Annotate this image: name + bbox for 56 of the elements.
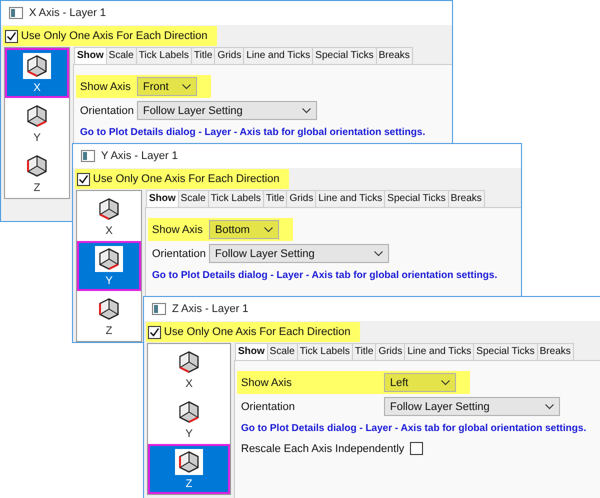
checkbox[interactable] [148,326,161,338]
orientation-dropdown[interactable]: Follow Layer Setting [384,397,560,416]
cube-icon [26,154,48,178]
checkbox-label: Rescale Each Axis Independently [241,442,404,454]
axis-list-item[interactable]: Y [77,241,141,291]
cube-icon [178,400,200,424]
window-icon [81,150,95,162]
tab[interactable]: Breaks [376,47,413,64]
field-label: Orientation [152,248,207,260]
tab[interactable]: Show [146,190,179,207]
tab[interactable]: Breaks [536,343,574,360]
use-one-axis-checkbox-row[interactable]: Use Only One Axis For Each Direction [3,26,218,46]
window-title: Z Axis - Layer 1 [172,303,248,315]
field-label: Show Axis [241,376,293,388]
window-icon [9,7,23,19]
orientation-dropdown[interactable]: Follow Layer Setting [137,101,317,120]
checkbox-label: Use Only One Axis For Each Direction [164,326,350,338]
info-link[interactable]: Go to Plot Details dialog - Layer - Axis tab for global orientation settings. [76,123,426,143]
info-link[interactable]: Go to Plot Details dialog - Layer - Axis tab for global orientation settings. [148,266,498,286]
chevron-icon [302,108,311,114]
show-axis-dropdown[interactable]: Front [137,77,197,96]
window-title: X Axis - Layer 1 [29,7,106,19]
chevron-icon [182,84,191,90]
tab[interactable]: Show [74,47,107,64]
chevron-icon [441,380,450,386]
field-label: Show Axis [152,224,204,236]
field-label: Orientation [80,104,135,116]
cube-icon [98,296,120,320]
window-title: Y Axis - Layer 1 [101,150,178,162]
cube-icon [98,196,120,220]
cube-icon [98,246,120,270]
checkbox[interactable] [5,30,18,42]
orientation-dropdown[interactable]: Follow Layer Setting [209,244,389,263]
cube-icon [178,350,200,374]
cube-icon [26,54,48,78]
checkbox[interactable] [77,172,90,186]
tab[interactable]: Breaks [448,190,485,207]
field-label: Orientation [241,400,296,412]
use-one-axis-checkbox-row[interactable]: Use Only One Axis For Each Direction [146,322,360,342]
checkbox-label: Use Only One Axis For Each Direction [93,173,280,185]
info-link[interactable]: Go to Plot Details dialog - Layer - Axis tab for global orientation settings. [237,419,586,439]
axis-list-item[interactable]: X [5,48,69,98]
chevron-icon [545,404,554,410]
tab[interactable]: Show [235,343,268,360]
show-axis-dropdown[interactable]: Left [384,373,456,392]
cube-icon [26,104,48,128]
show-axis-dropdown[interactable]: Bottom [209,220,279,239]
cube-icon [178,450,200,474]
axis-list-item[interactable]: Z [148,444,230,494]
checkbox-label: Use Only One Axis For Each Direction [21,30,208,42]
field-label: Show Axis [80,80,132,92]
checkbox[interactable] [410,442,424,455]
window-icon [152,303,166,315]
chevron-icon [264,226,273,232]
use-one-axis-checkbox-row[interactable]: Use Only One Axis For Each Direction [75,169,290,189]
chevron-icon [374,250,383,256]
